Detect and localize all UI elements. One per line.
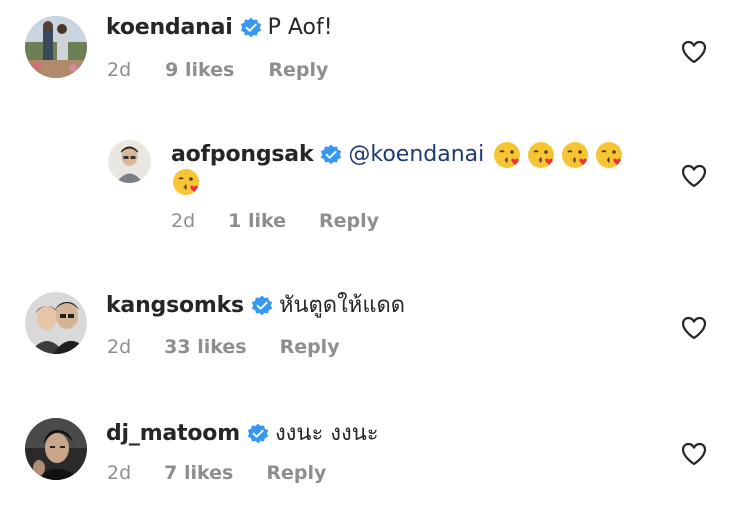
comment-timestamp: 2d bbox=[107, 59, 132, 81]
avatar[interactable] bbox=[108, 140, 151, 183]
comment-likes-link[interactable]: 9 likes bbox=[165, 59, 234, 81]
kiss-emoji-icon bbox=[171, 167, 201, 197]
avatar[interactable] bbox=[25, 16, 87, 78]
verified-badge-icon bbox=[320, 144, 342, 166]
avatar[interactable] bbox=[25, 418, 87, 480]
avatar[interactable] bbox=[25, 292, 87, 354]
reply-button[interactable]: Reply bbox=[268, 59, 328, 81]
comment-username[interactable]: kangsomks bbox=[106, 292, 244, 320]
comment-timestamp: 2d bbox=[107, 462, 132, 484]
comment-text: P Aof! bbox=[267, 15, 333, 40]
verified-badge-icon bbox=[240, 17, 262, 39]
kiss-emoji-icon bbox=[594, 140, 624, 170]
comment-username[interactable]: koendanai bbox=[106, 14, 233, 42]
heart-icon[interactable] bbox=[681, 442, 707, 466]
comment-username[interactable]: aofpongsak bbox=[171, 141, 314, 169]
comment-username[interactable]: dj_matoom bbox=[106, 420, 240, 448]
comment-likes-link[interactable]: 1 like bbox=[228, 210, 286, 232]
comment-timestamp: 2d bbox=[107, 336, 132, 358]
heart-icon[interactable] bbox=[681, 40, 707, 64]
heart-icon[interactable] bbox=[681, 316, 707, 340]
kiss-emoji-icon bbox=[492, 140, 522, 170]
comment-likes-link[interactable]: 33 likes bbox=[164, 336, 246, 358]
reply-button[interactable]: Reply bbox=[319, 210, 379, 232]
comment-text: งงนะ งงนะ bbox=[274, 421, 379, 446]
mention-link[interactable]: @koendanai bbox=[348, 141, 484, 169]
reply-button[interactable]: Reply bbox=[280, 336, 340, 358]
comment-text: หันตูดให้แดด bbox=[278, 293, 406, 318]
kiss-emoji-icon bbox=[526, 140, 556, 170]
kiss-emoji-icon bbox=[560, 140, 590, 170]
comment-likes-link[interactable]: 7 likes bbox=[164, 462, 233, 484]
verified-badge-icon bbox=[247, 423, 269, 445]
comment-timestamp: 2d bbox=[171, 210, 196, 232]
verified-badge-icon bbox=[251, 295, 273, 317]
reply-button[interactable]: Reply bbox=[266, 462, 326, 484]
heart-icon[interactable] bbox=[681, 164, 707, 188]
